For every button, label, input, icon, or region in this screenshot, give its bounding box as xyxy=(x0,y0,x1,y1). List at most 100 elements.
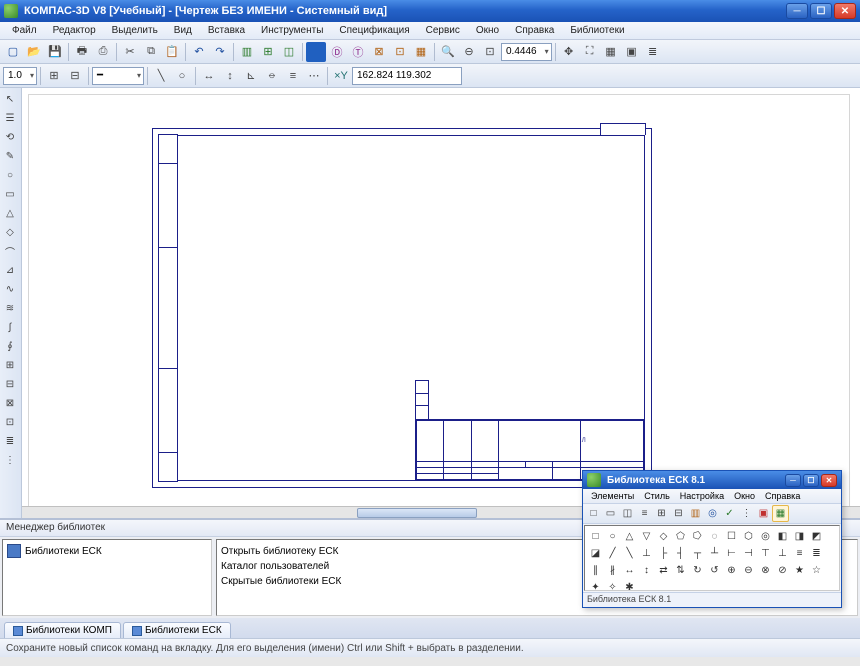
palette-item-8[interactable]: ☐ xyxy=(723,528,740,545)
library-tree-item[interactable]: Библиотеки ЕСК xyxy=(7,544,207,558)
zoomout-icon[interactable]: ⊖ xyxy=(459,42,479,62)
palette-item-10[interactable]: ◎ xyxy=(757,528,774,545)
palette-item-25[interactable]: ⊥ xyxy=(774,545,791,562)
redo-icon[interactable]: ↷ xyxy=(210,42,230,62)
palette-item-37[interactable]: ⊖ xyxy=(740,562,757,579)
side-icon-9[interactable]: ⊿ xyxy=(1,261,19,279)
palette-item-0[interactable]: □ xyxy=(587,528,604,545)
menu-insert[interactable]: Вставка xyxy=(200,23,253,38)
side-icon-3[interactable]: ✎ xyxy=(1,147,19,165)
float-min-button[interactable]: ─ xyxy=(785,474,801,487)
close-button[interactable]: ✕ xyxy=(834,3,856,19)
scale-combo[interactable]: 1.0 xyxy=(3,67,37,85)
dim3-icon[interactable]: ⊾ xyxy=(241,66,261,86)
lib2-icon[interactable]: ⊡ xyxy=(390,42,410,62)
copy-icon[interactable]: ⧉ xyxy=(141,42,161,62)
palette-item-40[interactable]: ★ xyxy=(791,562,808,579)
menu-file[interactable]: Файл xyxy=(4,23,45,38)
palette-item-44[interactable]: ✱ xyxy=(621,579,638,591)
coord-icon[interactable]: ×Y xyxy=(331,66,351,86)
side-icon-8[interactable]: ⌒ xyxy=(1,242,19,260)
side-icon-11[interactable]: ≋ xyxy=(1,299,19,317)
line2-icon[interactable]: ○ xyxy=(172,66,192,86)
scrollbar-thumb[interactable] xyxy=(357,508,477,518)
palette-item-33[interactable]: ⇅ xyxy=(672,562,689,579)
lib-icon[interactable]: ⊠ xyxy=(369,42,389,62)
preview-icon[interactable]: ⎙ xyxy=(93,42,113,62)
lib-tab-1[interactable]: Библиотеки ЕСК xyxy=(123,622,231,638)
tool3-icon[interactable]: ◫ xyxy=(279,42,299,62)
undo-icon[interactable]: ↶ xyxy=(189,42,209,62)
float-menu-0[interactable]: Элементы xyxy=(586,490,639,502)
palette-item-38[interactable]: ⊗ xyxy=(757,562,774,579)
palette-item-30[interactable]: ↔ xyxy=(621,562,638,579)
palette-item-20[interactable]: ┬ xyxy=(689,545,706,562)
palette-item-24[interactable]: ⊤ xyxy=(757,545,774,562)
ftool-6[interactable]: ▥ xyxy=(687,505,704,522)
dim6-icon[interactable]: ⋯ xyxy=(304,66,324,86)
palette-item-34[interactable]: ↻ xyxy=(689,562,706,579)
palette-item-28[interactable]: ∥ xyxy=(587,562,604,579)
menu-select[interactable]: Выделить xyxy=(104,23,166,38)
dim4-icon[interactable]: ⦵ xyxy=(262,66,282,86)
ftool-9[interactable]: ⋮ xyxy=(738,505,755,522)
menu-window[interactable]: Окно xyxy=(468,23,507,38)
palette-item-9[interactable]: ⬡ xyxy=(740,528,757,545)
palette-item-7[interactable]: ◌ xyxy=(706,528,723,545)
palette-item-12[interactable]: ◨ xyxy=(791,528,808,545)
palette-item-4[interactable]: ◇ xyxy=(655,528,672,545)
palette-item-39[interactable]: ⊘ xyxy=(774,562,791,579)
palette-item-23[interactable]: ⊣ xyxy=(740,545,757,562)
palette-item-17[interactable]: ⊥ xyxy=(638,545,655,562)
pan-icon[interactable]: ✥ xyxy=(559,42,579,62)
fit-icon[interactable]: ⛶ xyxy=(580,42,600,62)
float-max-button[interactable]: ☐ xyxy=(803,474,819,487)
palette-item-31[interactable]: ↕ xyxy=(638,562,655,579)
palette-item-13[interactable]: ◩ xyxy=(808,528,825,545)
side-icon-16[interactable]: ⊠ xyxy=(1,394,19,412)
palette-item-5[interactable]: ⬠ xyxy=(672,528,689,545)
ftool-3[interactable]: ≡ xyxy=(636,505,653,522)
palette-item-22[interactable]: ⊢ xyxy=(723,545,740,562)
side-icon-15[interactable]: ⊟ xyxy=(1,375,19,393)
side-icon-2[interactable]: ⟲ xyxy=(1,128,19,146)
palette-item-2[interactable]: △ xyxy=(621,528,638,545)
float-menu-4[interactable]: Справка xyxy=(760,490,805,502)
maximize-button[interactable]: ☐ xyxy=(810,3,832,19)
style-combo[interactable]: ━ xyxy=(92,67,144,85)
menu-spec[interactable]: Спецификация xyxy=(331,23,417,38)
paste-icon[interactable]: 📋 xyxy=(162,42,182,62)
side-icon-4[interactable]: ○ xyxy=(1,166,19,184)
zoom-combo[interactable]: 0.4446 xyxy=(501,43,552,61)
float-titlebar[interactable]: Библиотека ЕСК 8.1 ─ ☐ ✕ xyxy=(583,471,841,489)
lib-tab-0[interactable]: Библиотеки КОМП xyxy=(4,622,121,638)
palette-item-21[interactable]: ┴ xyxy=(706,545,723,562)
ftool-2[interactable]: ◫ xyxy=(619,505,636,522)
menu-edit[interactable]: Редактор xyxy=(45,23,104,38)
side-icon-10[interactable]: ∿ xyxy=(1,280,19,298)
ftool-1[interactable]: ▭ xyxy=(602,505,619,522)
palette-item-36[interactable]: ⊕ xyxy=(723,562,740,579)
grid-icon[interactable]: ▦ xyxy=(601,42,621,62)
floating-library-window[interactable]: Библиотека ЕСК 8.1 ─ ☐ ✕ Элементы Стиль … xyxy=(582,470,842,608)
palette-item-35[interactable]: ↺ xyxy=(706,562,723,579)
palette-item-26[interactable]: ≡ xyxy=(791,545,808,562)
cut-icon[interactable]: ✂ xyxy=(120,42,140,62)
palette-item-42[interactable]: ✦ xyxy=(587,579,604,591)
layer-icon[interactable]: ≣ xyxy=(643,42,663,62)
palette-item-19[interactable]: ┤ xyxy=(672,545,689,562)
palette-item-16[interactable]: ╲ xyxy=(621,545,638,562)
ftool-4[interactable]: ⊞ xyxy=(653,505,670,522)
palette-item-3[interactable]: ▽ xyxy=(638,528,655,545)
tool2-icon[interactable]: ⊞ xyxy=(258,42,278,62)
library-tree[interactable]: Библиотеки ЕСК xyxy=(2,539,212,616)
side-icon-1[interactable]: ☰ xyxy=(1,109,19,127)
save-icon[interactable]: 💾 xyxy=(45,42,65,62)
print-icon[interactable]: 🖶 xyxy=(72,42,92,62)
dim-icon[interactable]: Ⓓ xyxy=(327,42,347,62)
side-icon-7[interactable]: ◇ xyxy=(1,223,19,241)
palette-item-32[interactable]: ⇄ xyxy=(655,562,672,579)
palette-item-27[interactable]: ≣ xyxy=(808,545,825,562)
menu-view[interactable]: Вид xyxy=(166,23,200,38)
ftool-0[interactable]: □ xyxy=(585,505,602,522)
